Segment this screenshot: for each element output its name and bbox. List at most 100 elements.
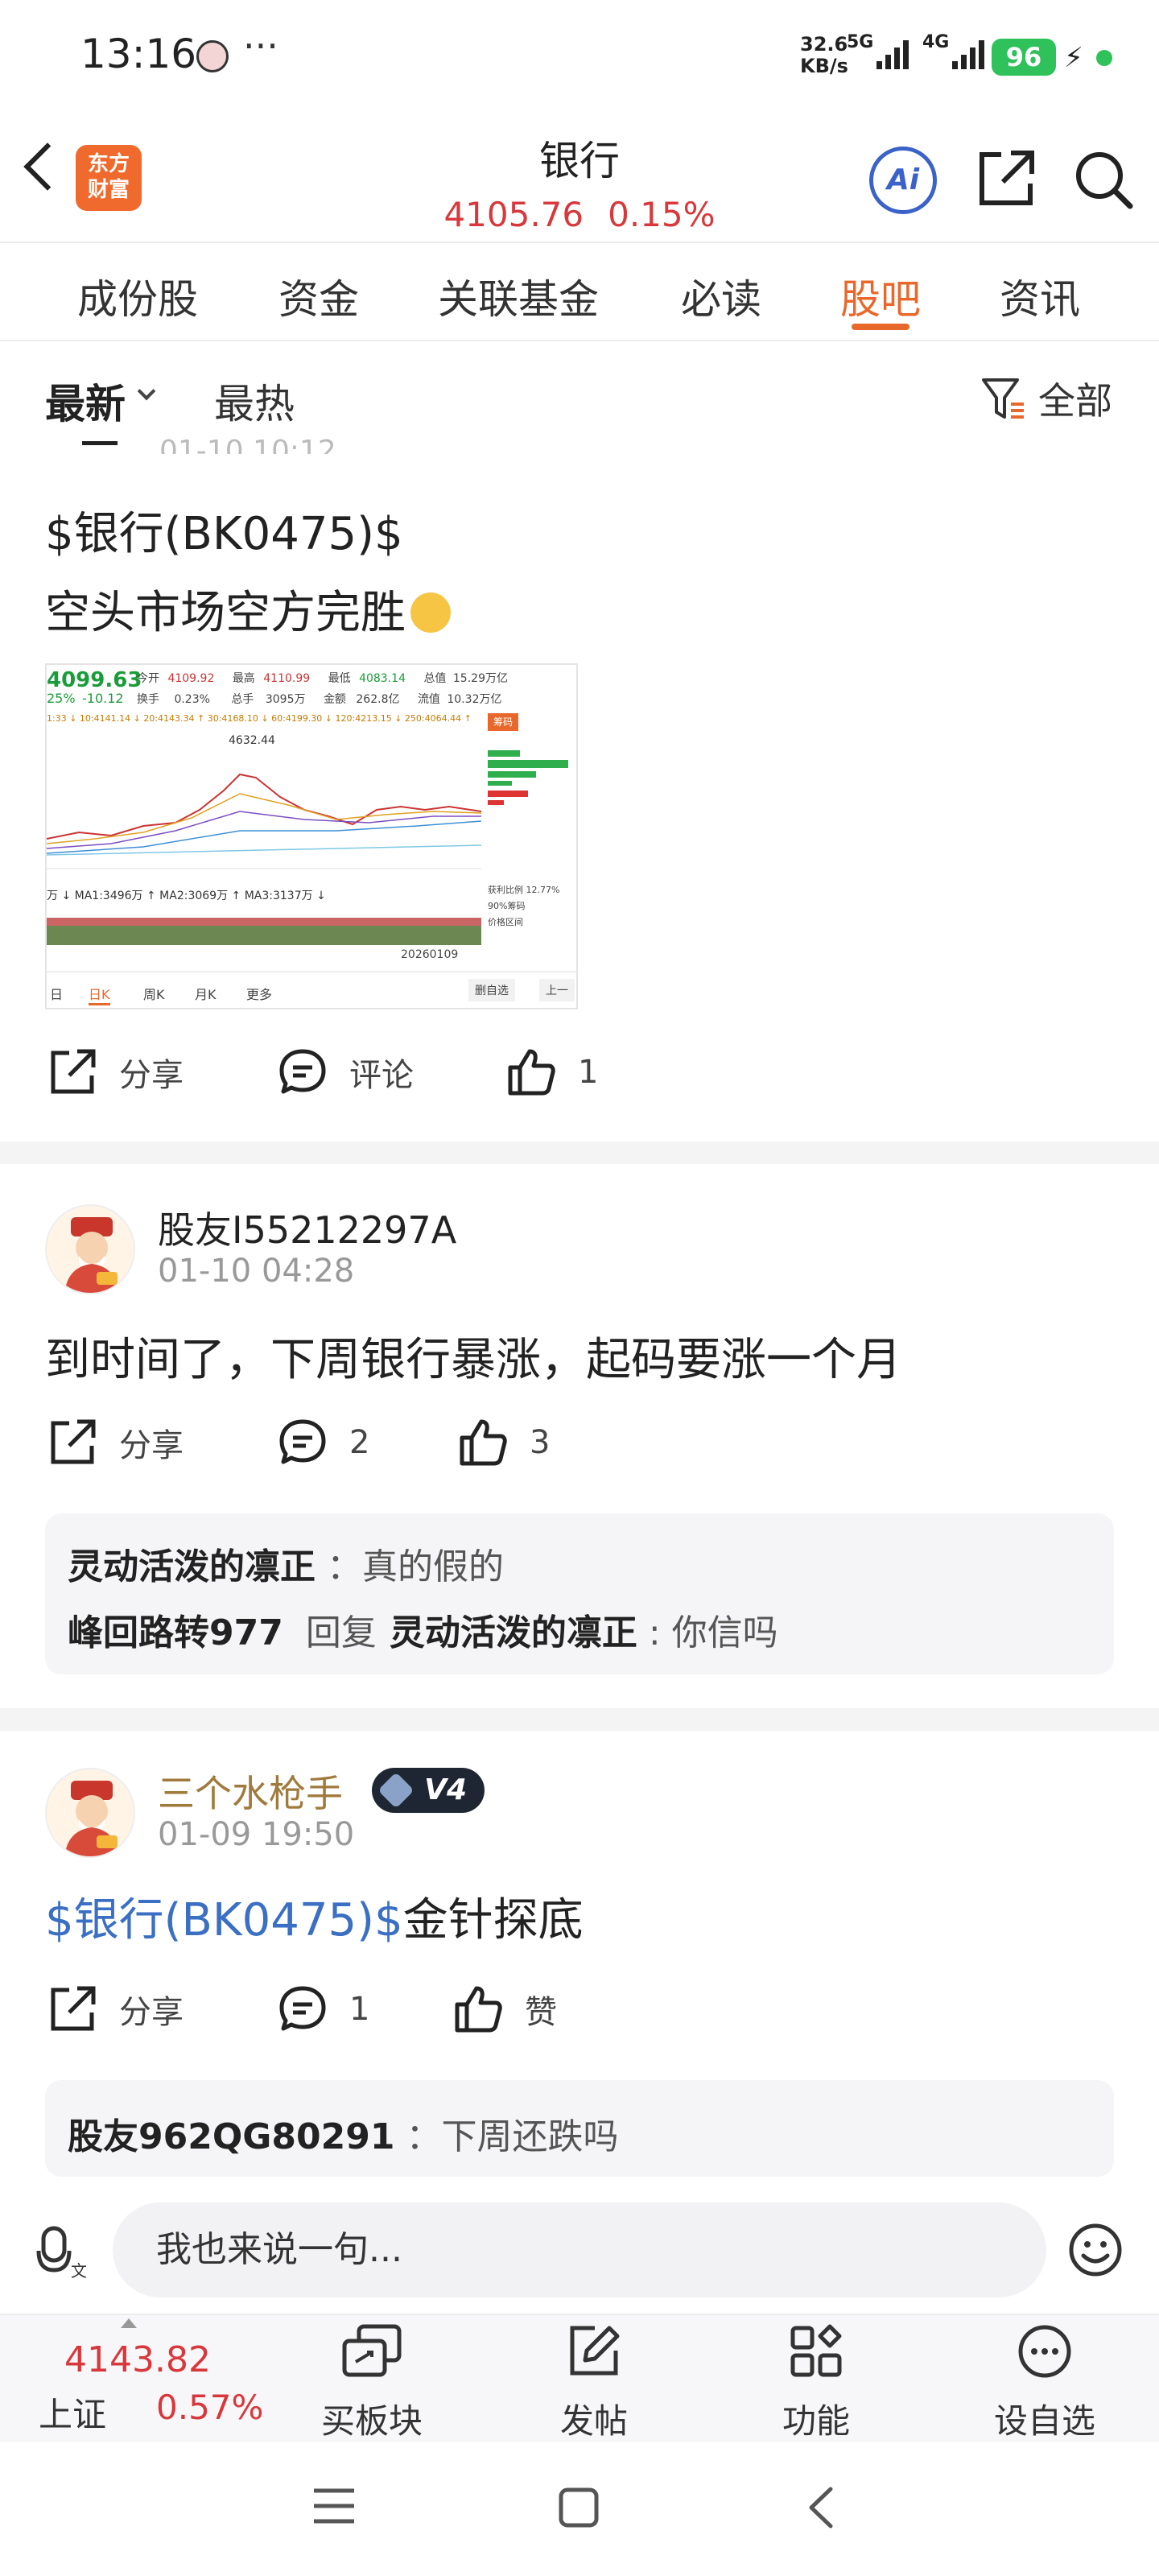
tab-must-read[interactable]: 必读 <box>681 267 761 325</box>
network-speed-unit: KB/s <box>800 55 848 77</box>
thumb-date: 20260109 <box>401 948 459 961</box>
post-content: 空头市场空方完胜 <box>45 576 451 642</box>
svg-text:文: 文 <box>71 2261 87 2280</box>
share-action[interactable]: 分享 <box>47 1417 184 1468</box>
post-divider <box>0 1708 1159 1731</box>
stat-label: 流值 <box>417 693 440 706</box>
comment-action[interactable]: 评论 <box>277 1046 414 1098</box>
chip-distribution <box>488 750 568 805</box>
charging-icon: ⚡ <box>1064 42 1083 74</box>
avatar[interactable] <box>45 1768 135 1858</box>
post-image-chart[interactable]: 4099.63 25% -10.12 今开 4109.92 最高 4110.99… <box>45 663 578 1009</box>
chevron-down-icon <box>137 382 156 401</box>
system-menu-button[interactable] <box>312 2487 356 2528</box>
period-weekly-k: 周K <box>143 987 165 1002</box>
thumb-stats-row2: 换手 0.23% 总手 3095万 金额 262.8亿 流值 10.32万亿 <box>137 691 501 707</box>
thumb-prev: 上一 <box>539 979 575 1001</box>
share-label: 分享 <box>119 1057 184 1094</box>
comment-item: 峰回路转977 回复 灵动活泼的凛正: 你信吗 <box>68 1604 785 1655</box>
emoji-icon <box>410 592 451 633</box>
status-time: 13:16 <box>80 31 197 77</box>
comment-author[interactable]: 灵动活泼的凛正 <box>68 1546 316 1587</box>
grid-icon <box>790 2324 842 2377</box>
like-action[interactable]: 3 <box>457 1417 550 1468</box>
signal-4g-label: 4G <box>922 32 950 52</box>
tab-constituents[interactable]: 成份股 <box>77 267 198 325</box>
share-action[interactable]: 分享 <box>47 1984 184 2035</box>
sector-index-value: 4105.76 <box>443 195 584 234</box>
nav-post[interactable]: 发帖 <box>514 2323 674 2443</box>
post-time: 01-10 10:12 <box>159 435 336 454</box>
chip-90: 90%筹码 <box>488 901 526 911</box>
like-action[interactable]: 赞 <box>452 1984 557 2035</box>
like-action[interactable]: 1 <box>505 1046 598 1098</box>
signal-4g: 4G <box>922 32 985 69</box>
search-button[interactable] <box>1070 147 1135 214</box>
chevron-left-icon <box>809 2487 833 2529</box>
like-count: 3 <box>530 1424 551 1461</box>
system-back-button[interactable] <box>805 2486 837 2533</box>
voice-input-button[interactable]: 文 <box>35 2223 92 2283</box>
comment-action[interactable]: 2 <box>277 1417 369 1468</box>
sort-hot-button[interactable]: 最热 <box>214 372 295 430</box>
voice-translate-icon: 文 <box>36 2226 87 2281</box>
tab-news[interactable]: 资讯 <box>1000 267 1080 325</box>
reply-target[interactable]: 灵动活泼的凛正 <box>390 1612 637 1653</box>
sort-latest-button[interactable]: 最新 <box>45 372 126 430</box>
stat-value: 262.8亿 <box>356 693 400 706</box>
period-more: 更多 <box>246 987 273 1002</box>
nav-buy-sector[interactable]: 买板块 <box>291 2323 452 2443</box>
comment-label: 评论 <box>349 1057 414 1094</box>
post-divider <box>0 1141 1159 1164</box>
signal-5g-icon <box>876 37 909 69</box>
candlestick-chart <box>47 773 481 856</box>
stat-label: 换手 <box>137 693 159 706</box>
comment-count: 2 <box>349 1424 370 1461</box>
nav-add-watchlist[interactable]: 设自选 <box>964 2323 1125 2443</box>
comment-text: : 你信吗 <box>648 1612 778 1653</box>
post-time: 01-10 04:28 <box>158 1253 355 1290</box>
market-index-name[interactable]: 上证 <box>39 2388 106 2437</box>
status-more-icon: ··· <box>243 24 278 68</box>
post-content: $银行(BK0475)$金针探底 <box>45 1884 584 1949</box>
period-monthly-k: 月K <box>195 987 217 1002</box>
nav-label: 发帖 <box>559 2401 628 2441</box>
nav-functions[interactable]: 功能 <box>736 2323 897 2443</box>
ai-assistant-button[interactable]: Ai <box>869 147 937 214</box>
period-day: 日 <box>50 987 64 1002</box>
filter-icon[interactable] <box>980 375 1029 425</box>
tab-related-funds[interactable]: 关联基金 <box>438 267 599 325</box>
post-stock-link[interactable]: $银行(BK0475)$ <box>45 1894 403 1946</box>
thumb-volume-row: 万 ↓ MA1:3496万 ↑ MA2:3069万 ↑ MA3:3137万 ↓ <box>47 890 326 902</box>
section-tabs: 成份股 资金 关联基金 必读 股吧 资讯 <box>0 242 1159 341</box>
avatar[interactable] <box>45 1204 135 1294</box>
post-stock-link[interactable]: $银行(BK0475)$ <box>45 497 403 563</box>
comment-preview[interactable]: 股友962QG80291 ：下周还跌吗 <box>45 2080 1114 2177</box>
thumb-value: 4099.63 <box>47 668 142 692</box>
comment-input[interactable]: 我也来说一句... <box>113 2202 1046 2297</box>
nav-label: 买板块 <box>320 2401 423 2441</box>
comment-count: 1 <box>349 1991 370 2028</box>
tab-forum[interactable]: 股吧 <box>840 267 921 325</box>
comment-author[interactable]: 股友962QG80291 <box>68 2116 394 2157</box>
market-index-price[interactable]: 4143.82 <box>64 2339 211 2380</box>
tab-active-indicator <box>852 324 909 330</box>
post-author[interactable]: 股友I55212297A <box>158 1201 456 1254</box>
comment-text: ：真的假的 <box>327 1546 504 1587</box>
nav-label: 设自选 <box>993 2401 1095 2441</box>
comment-action[interactable]: 1 <box>277 1984 369 2035</box>
thumb-change: -10.12 <box>82 691 124 706</box>
tab-funds-flow[interactable]: 资金 <box>278 267 359 325</box>
comment-preview[interactable]: 灵动活泼的凛正 ：真的假的 峰回路转977 回复 灵动活泼的凛正: 你信吗 <box>45 1513 1114 1674</box>
system-home-button[interactable] <box>559 2487 599 2531</box>
market-index-change[interactable]: 0.57% <box>156 2388 263 2427</box>
emoji-button[interactable] <box>1067 2222 1124 2281</box>
filter-all-button[interactable]: 全部 <box>1038 372 1112 425</box>
thumb-chip-tab: 筹码 <box>488 713 518 731</box>
network-speed: 32.6 KB/s <box>800 34 848 77</box>
comment-author[interactable]: 峰回路转977 <box>68 1612 283 1653</box>
share-action[interactable]: 分享 <box>47 1046 184 1098</box>
share-button[interactable] <box>974 147 1038 214</box>
post-author[interactable]: 三个水枪手 <box>158 1765 343 1818</box>
stat-value: 4109.92 <box>167 672 215 685</box>
